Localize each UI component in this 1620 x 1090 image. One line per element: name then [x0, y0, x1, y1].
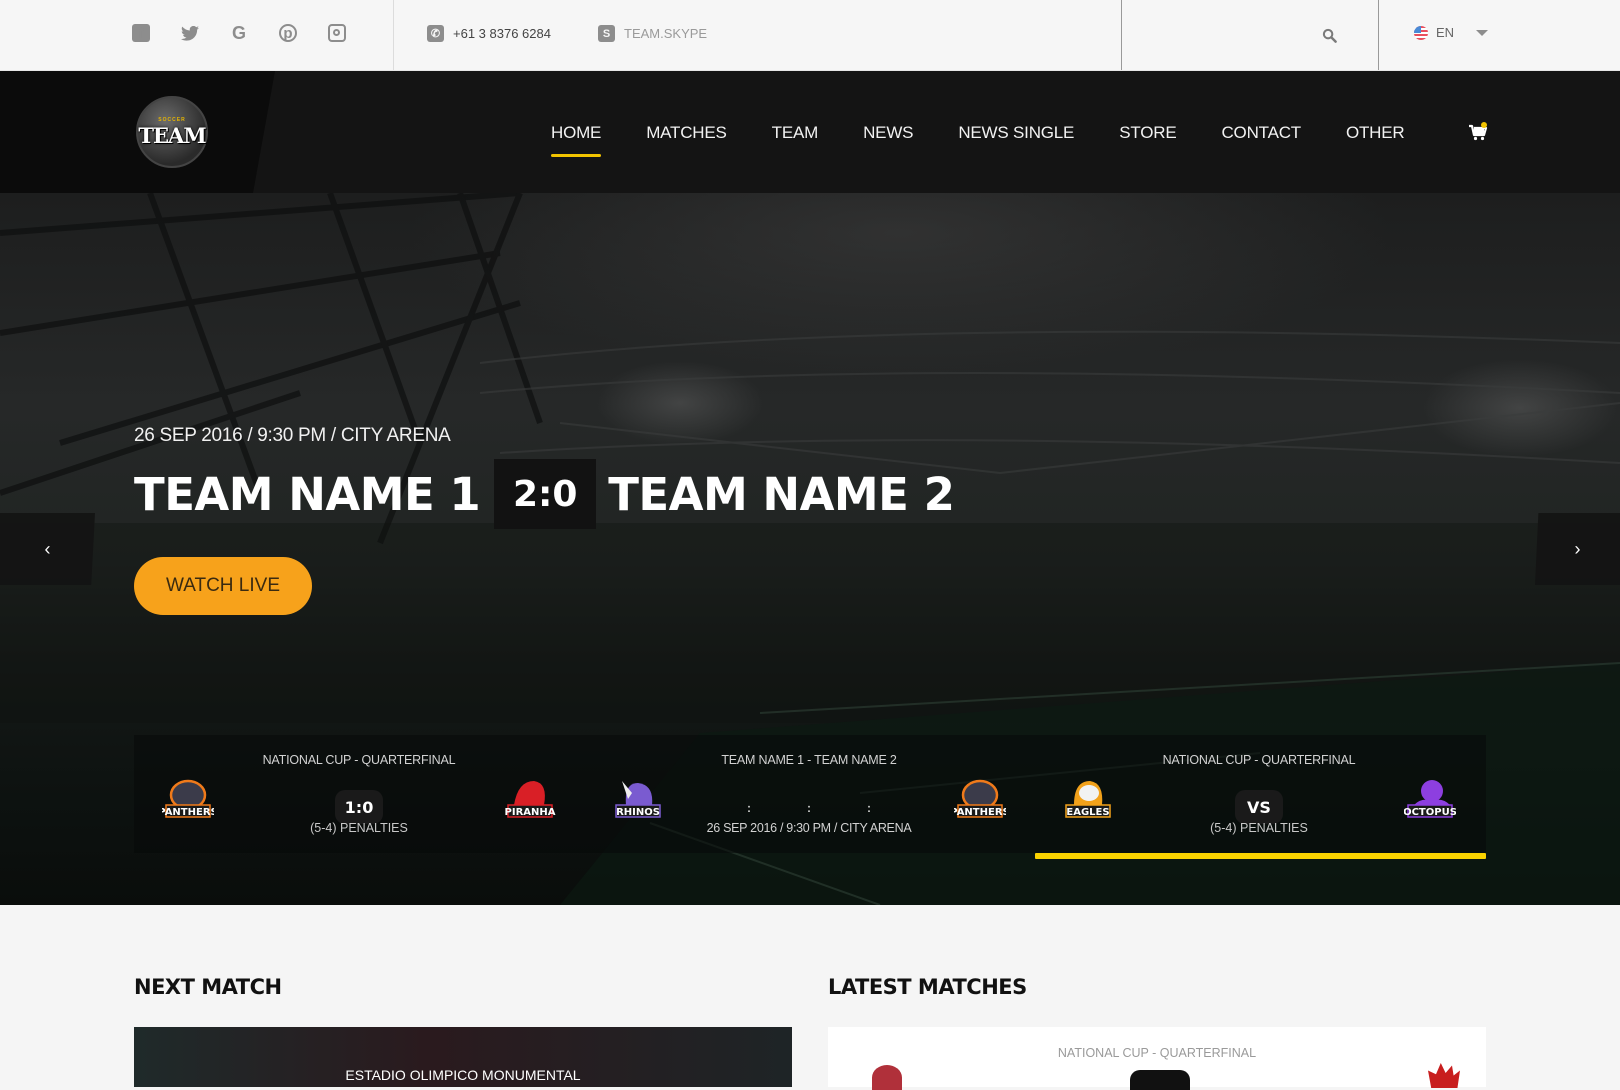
match-card[interactable]: NATIONAL CUP - QUARTERFINAL PANTHERS 1:0… — [134, 735, 584, 853]
match-competition: NATIONAL CUP - QUARTERFINAL — [1162, 753, 1356, 767]
nav-matches[interactable]: MATCHES — [646, 123, 727, 143]
next-match-card[interactable]: ESTADIO OLIMPICO MONUMENTAL — [134, 1027, 792, 1087]
nav-news[interactable]: NEWS — [863, 123, 913, 143]
nav-news-single[interactable]: NEWS SINGLE — [958, 123, 1074, 143]
rhinos-logo-icon: RHINOS — [615, 781, 661, 818]
nav-other[interactable]: OTHER — [1346, 123, 1405, 143]
language-selector[interactable]: EN — [1414, 25, 1489, 40]
top-bar: f G p ✆ +61 3 8376 6284 S TEAM.SKYPE EN — [0, 0, 1620, 71]
latest-match-card[interactable]: NATIONAL CUP - QUARTERFINAL — [828, 1027, 1486, 1090]
svg-text:OCTOPUS: OCTOPUS — [1404, 807, 1456, 818]
language-label: EN — [1436, 25, 1455, 40]
nav-contact[interactable]: CONTACT — [1221, 123, 1301, 143]
divider — [393, 0, 394, 70]
pinterest-icon[interactable]: p — [279, 24, 297, 42]
chevron-down-icon — [1476, 29, 1489, 36]
svg-text:PANTHERS: PANTHERS — [954, 807, 1006, 818]
match-score: VS — [1235, 790, 1283, 824]
logo-text: TEAM — [138, 122, 206, 148]
latest-matches-heading: LATEST MATCHES — [828, 975, 1027, 999]
svg-text:PANTHERS: PANTHERS — [162, 807, 214, 818]
latest-match-competition: NATIONAL CUP - QUARTERFINAL — [1057, 1046, 1257, 1060]
hero-score: 2:0 — [494, 459, 597, 529]
hero-slider: ‹ › 26 SEP 2016 / 9:30 PM / CITY ARENA T… — [0, 193, 1620, 905]
skype-icon: S — [598, 25, 615, 42]
hero-team-2: TEAM NAME 2 — [608, 467, 955, 521]
twitter-icon[interactable] — [181, 24, 199, 42]
team-logo-icon — [872, 1065, 902, 1090]
hero-team-1: TEAM NAME 1 — [134, 467, 481, 521]
hero-match-date: 26 SEP 2016 / 9:30 PM / CITY ARENA — [134, 425, 451, 446]
match-card[interactable]: NATIONAL CUP - QUARTERFINAL EAGLES VS (5… — [1034, 735, 1484, 853]
panthers-logo-icon: PANTHERS — [162, 779, 214, 818]
next-match-venue: ESTADIO OLIMPICO MONUMENTAL — [345, 1067, 581, 1083]
svg-text:PIRANHA: PIRANHA — [505, 807, 556, 818]
match-teams: TEAM NAME 1 - TEAM NAME 2 — [721, 753, 897, 767]
slider-next-button[interactable]: › — [1535, 513, 1620, 585]
skype-contact[interactable]: S TEAM.SKYPE — [598, 25, 707, 42]
octopus-logo-icon: OCTOPUS — [1404, 780, 1456, 818]
instagram-icon[interactable] — [328, 24, 346, 42]
nav-store[interactable]: STORE — [1119, 123, 1176, 143]
us-flag-icon — [1414, 25, 1428, 40]
search-icon[interactable] — [1322, 28, 1337, 43]
social-links: f G p — [132, 23, 346, 43]
slider-progress-bar — [1035, 853, 1486, 859]
divider — [1121, 0, 1122, 70]
nav-home[interactable]: HOME — [551, 123, 602, 157]
countdown-separator: : — [747, 801, 751, 815]
slider-progress-fill — [1035, 853, 1486, 859]
divider — [1378, 0, 1379, 70]
countdown-separator: : — [807, 801, 811, 815]
cart-icon[interactable] — [1468, 122, 1488, 142]
panthers-logo-icon: PANTHERS — [954, 779, 1006, 818]
match-score: 1:0 — [335, 790, 383, 824]
chevron-left-icon: ‹ — [44, 538, 51, 559]
main-nav: HOME MATCHES TEAM NEWS NEWS SINGLE STORE… — [551, 123, 1405, 157]
team-logo[interactable]: SOCCER TEAM — [136, 96, 208, 168]
hero-matchup: TEAM NAME 1 2:0 TEAM NAME 2 — [134, 459, 955, 529]
countdown-separator: : — [867, 801, 871, 815]
phone-contact[interactable]: ✆ +61 3 8376 6284 — [427, 25, 551, 42]
slider-prev-button[interactable]: ‹ — [0, 513, 95, 585]
phone-number: +61 3 8376 6284 — [453, 26, 551, 41]
nav-team[interactable]: TEAM — [772, 123, 819, 143]
match-competition: NATIONAL CUP - QUARTERFINAL — [262, 753, 456, 767]
latest-match-score — [1130, 1070, 1190, 1090]
facebook-icon[interactable]: f — [132, 24, 150, 42]
svg-text:EAGLES: EAGLES — [1066, 807, 1109, 818]
main-navbar: SOCCER TEAM HOME MATCHES TEAM NEWS NEWS … — [0, 71, 1620, 193]
piranha-logo-icon: PIRANHA — [505, 781, 556, 818]
next-match-heading: NEXT MATCH — [134, 975, 282, 999]
chevron-right-icon: › — [1574, 538, 1581, 559]
match-strip: NATIONAL CUP - QUARTERFINAL PANTHERS 1:0… — [134, 735, 1486, 853]
watch-live-button[interactable]: WATCH LIVE — [134, 557, 312, 615]
google-icon[interactable]: G — [230, 23, 248, 43]
match-card[interactable]: TEAM NAME 1 - TEAM NAME 2 RHINOS : : : 2… — [584, 735, 1034, 853]
phone-icon: ✆ — [427, 25, 444, 42]
eagles-logo-icon: EAGLES — [1065, 781, 1111, 818]
team-logo-icon — [1428, 1063, 1460, 1088]
skype-handle: TEAM.SKYPE — [624, 26, 708, 41]
